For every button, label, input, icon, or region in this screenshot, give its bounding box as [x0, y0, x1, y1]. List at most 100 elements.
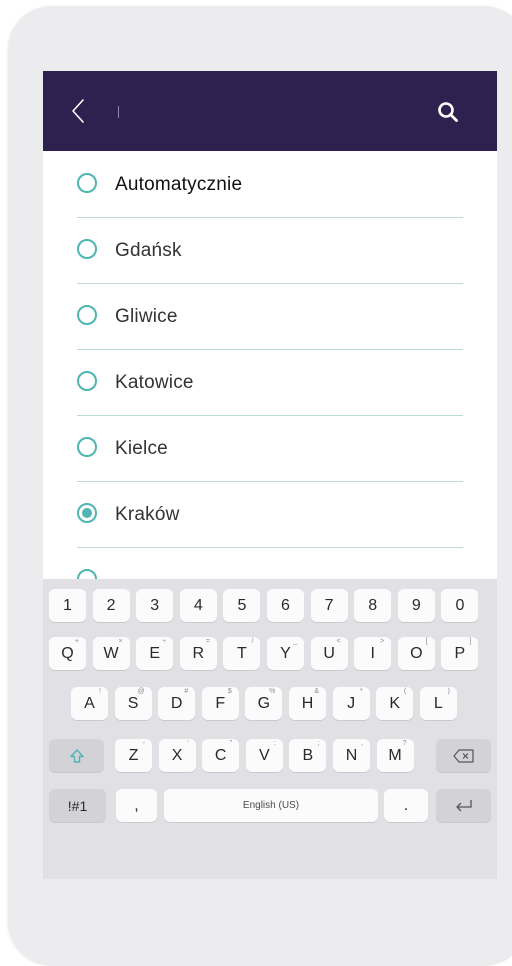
key-label: English (US) [242, 800, 300, 811]
key-label: P [454, 644, 466, 662]
key-n[interactable]: N, [333, 739, 370, 772]
key-m[interactable]: M? [376, 739, 414, 772]
key-x[interactable]: X ' [158, 739, 196, 772]
city-option[interactable]: Gdańsk [77, 217, 463, 284]
key-c[interactable]: C " [202, 739, 240, 772]
key-w[interactable]: W × [92, 637, 130, 670]
key-label: K [389, 694, 401, 712]
key-label: E [149, 644, 161, 662]
key-0[interactable]: 0 [441, 589, 479, 622]
text-cursor [118, 106, 119, 118]
key-alt-label: ? [402, 740, 407, 747]
search-icon [438, 102, 458, 122]
key-k[interactable]: K( [376, 687, 414, 720]
key-b[interactable]: B; [289, 739, 327, 772]
key-label: S [127, 694, 139, 712]
symbols-key[interactable]: !#1 [49, 789, 106, 822]
enter-icon [455, 799, 472, 811]
key-8[interactable]: 8 [354, 589, 392, 622]
city-option[interactable]: Katowice [77, 349, 463, 416]
city-option[interactable]: Automatycznie [77, 151, 463, 218]
key-alt-label: _ [293, 638, 297, 645]
key-3[interactable]: 3 [136, 589, 174, 622]
key-9[interactable]: 9 [397, 589, 435, 622]
key-label: T [237, 644, 247, 662]
key-alt-label: , [361, 740, 363, 747]
key-label: D [170, 694, 183, 712]
backspace-key[interactable] [436, 739, 491, 772]
city-option-label: Katowice [115, 372, 194, 393]
phone-frame: Automatycznie Gdańsk Gliwice Katowice Kielce… [8, 6, 512, 966]
key-l[interactable]: L) [419, 687, 457, 720]
key-6[interactable]: 6 [267, 589, 304, 622]
key-label: 1 [63, 596, 72, 614]
key-7[interactable]: 7 [310, 589, 348, 622]
enter-key[interactable] [436, 789, 491, 822]
city-option-partial[interactable] [77, 547, 463, 579]
city-option-label: Gdańsk [115, 240, 182, 261]
radio-selected-icon[interactable] [77, 503, 97, 523]
radio-unselected-icon[interactable] [77, 173, 97, 193]
key-2[interactable]: 2 [92, 589, 130, 622]
on-screen-keyboard: 1 2 3 4 5 6 7 8 9 0 Q + W × E ÷ R = T / Y _ U < I > O[P] A! S @ D # F $ G%… [43, 579, 497, 879]
space-bar[interactable]: English (US) [164, 789, 378, 822]
radio-unselected-icon[interactable] [77, 305, 97, 325]
city-option[interactable]: Kraków [77, 481, 463, 548]
key-o[interactable]: O[ [397, 637, 435, 670]
key-y[interactable]: Y _ [267, 637, 304, 670]
key-p[interactable]: P] [441, 637, 479, 670]
key-i[interactable]: I > [354, 637, 392, 670]
key-label: J [347, 694, 356, 712]
key-alt-label: [ [425, 638, 428, 645]
key-alt-label: + [74, 638, 79, 645]
search-input[interactable] [125, 97, 409, 127]
key-alt-label: > [380, 638, 385, 645]
radio-unselected-icon[interactable] [77, 239, 97, 259]
back-button[interactable] [63, 95, 93, 127]
key-s[interactable]: S @ [114, 687, 152, 720]
key-f[interactable]: F $ [201, 687, 239, 720]
key-label: 5 [237, 596, 247, 614]
key-label: G [257, 694, 271, 712]
key-label: I [370, 644, 375, 662]
key-v[interactable]: V: [245, 739, 283, 772]
key-label: V [258, 746, 270, 764]
key-e[interactable]: E ÷ [136, 637, 174, 670]
key-u[interactable]: U < [310, 637, 348, 670]
key-5[interactable]: 5 [223, 589, 261, 622]
key-d[interactable]: D # [158, 687, 196, 720]
key-label: Y [280, 644, 291, 662]
key-a[interactable]: A! [71, 687, 108, 720]
key-1[interactable]: 1 [49, 589, 86, 622]
app-bar [43, 71, 497, 151]
radio-unselected-icon[interactable] [77, 437, 97, 457]
radio-unselected-icon[interactable] [77, 569, 97, 579]
key-4[interactable]: 4 [179, 589, 217, 622]
search-button[interactable] [433, 97, 463, 127]
radio-dot [82, 508, 92, 518]
radio-unselected-icon[interactable] [77, 371, 97, 391]
city-list: Automatycznie Gdańsk Gliwice Katowice Kielce… [43, 151, 497, 579]
key-r[interactable]: R = [179, 637, 217, 670]
key-h[interactable]: H & [289, 687, 326, 720]
key-alt-label: ] [469, 638, 472, 645]
key-comma[interactable]: , [116, 789, 157, 822]
key-alt-label: ÷ [162, 638, 167, 645]
key-t[interactable]: T / [223, 637, 261, 670]
key-z[interactable]: Z- [115, 739, 152, 772]
city-option[interactable]: Kielce [77, 415, 463, 482]
key-q[interactable]: Q + [49, 637, 86, 670]
key-alt-label: : [273, 740, 276, 747]
shift-key[interactable] [49, 739, 104, 772]
key-label: 6 [281, 596, 290, 614]
key-label: !#1 [67, 797, 88, 814]
key-alt-label: < [336, 638, 341, 645]
key-alt-label: * [359, 688, 363, 695]
city-option[interactable]: Gliwice [77, 283, 463, 350]
key-period[interactable]: . [384, 789, 428, 822]
city-option-label: Gliwice [115, 306, 178, 327]
key-label: 9 [411, 596, 421, 614]
key-label: F [215, 694, 226, 712]
key-g[interactable]: G% [245, 687, 283, 720]
key-j[interactable]: J * [332, 687, 370, 720]
